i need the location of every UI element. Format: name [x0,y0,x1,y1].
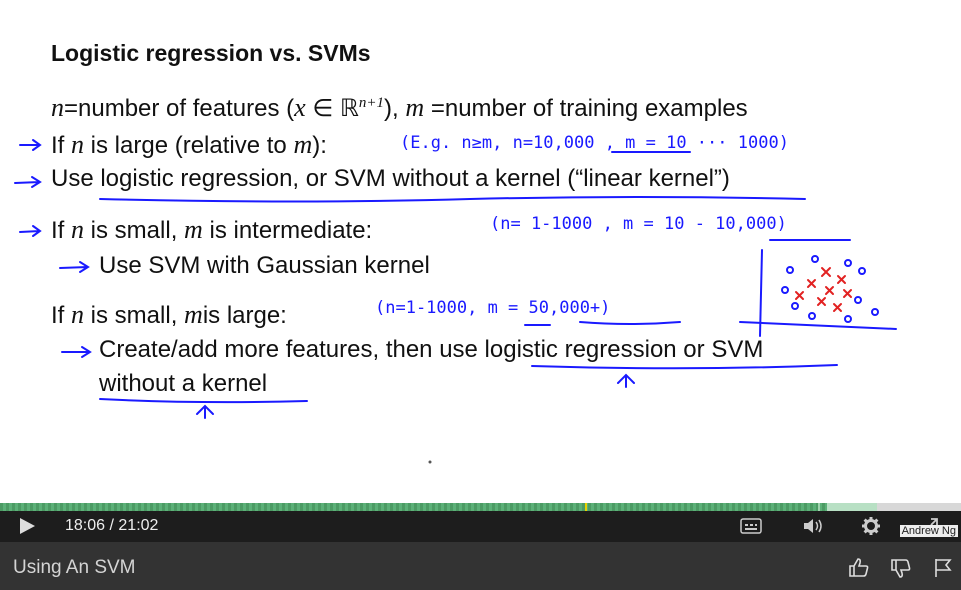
playhead[interactable] [818,503,820,511]
underline [99,196,806,203]
unbuffered-segment [877,503,961,511]
thumbs-up-icon[interactable] [848,557,870,577]
arrow-icon [14,176,42,188]
duration: 21:02 [118,517,159,534]
underline [531,364,838,370]
flag-icon[interactable] [933,558,955,578]
play-icon[interactable] [20,518,35,534]
arrow-icon [59,261,90,273]
volume-icon[interactable] [802,518,824,534]
lecture-title: Using An SVM [13,557,136,578]
lecture-footer: Using An SVM [0,542,961,590]
gear-icon[interactable] [861,516,881,536]
video-progress-bar[interactable] [0,503,961,511]
underline [579,321,681,325]
buffered-segment [827,503,877,511]
handwritten-annotations [14,139,897,464]
captions-icon[interactable] [740,518,762,534]
current-time: 18:06 [65,517,106,534]
arrow-icon [19,225,42,237]
slide-credit: Andrew Ng [899,525,958,537]
time-separator: / [105,517,119,534]
lecture-slide: Logistic regression vs. SVMs n=number of… [0,0,961,503]
underline [99,398,308,404]
plot-axis [739,321,897,330]
thumbs-down-icon[interactable] [890,559,912,579]
arrow-icon [61,346,92,358]
video-controls: 18:06 / 21:02 [0,511,961,542]
time-display: 18:06 / 21:02 [65,517,158,535]
progress-marker [585,503,587,511]
caret-icon [196,404,214,419]
caret-icon [617,373,635,388]
arrow-icon [19,139,42,151]
